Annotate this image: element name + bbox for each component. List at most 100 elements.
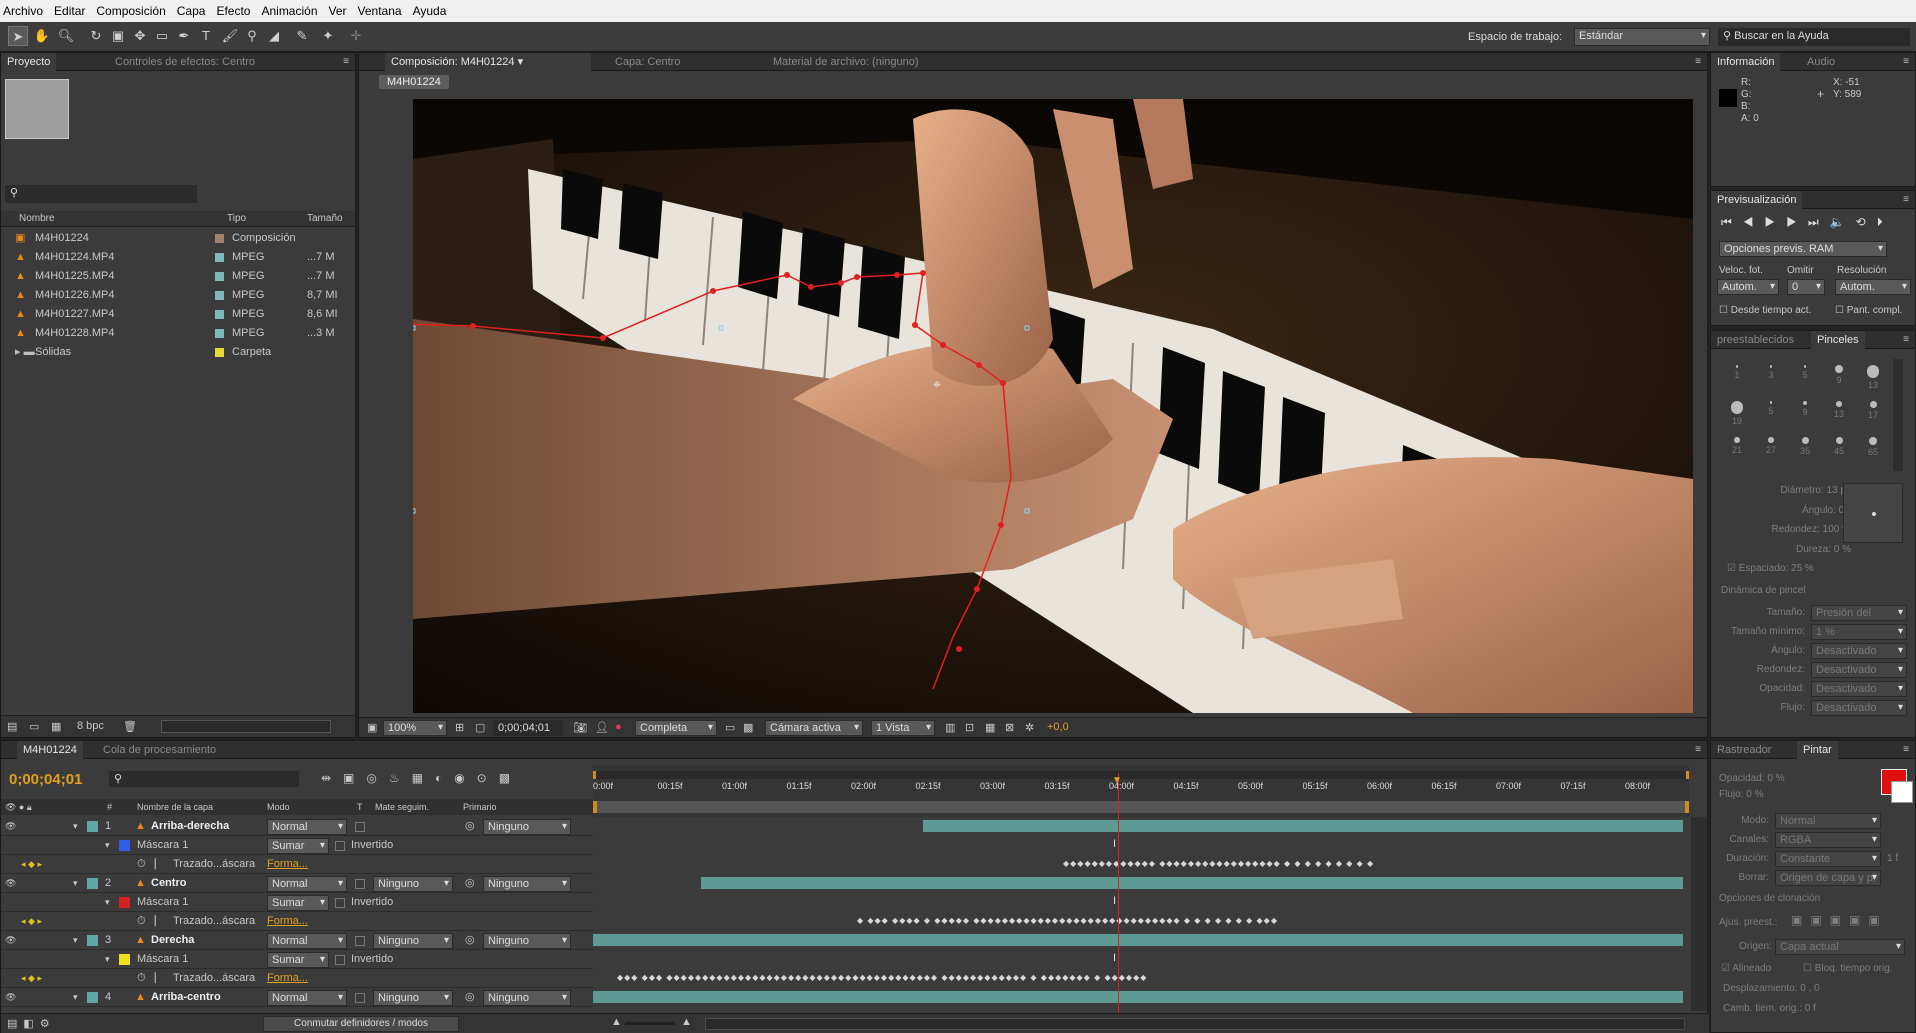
- clone-preset-buttons[interactable]: ▣▣▣▣▣: [1791, 913, 1888, 927]
- mask-mode-select[interactable]: Sumar: [267, 895, 329, 911]
- tab-brushes[interactable]: Pinceles: [1811, 331, 1865, 349]
- layer-row[interactable]: 👁︎ ▾ 4 ▲ Arriba-centro Normal Ninguno ◎ Ninguno: [1, 988, 593, 1007]
- mask-path-row[interactable]: ◂ ◆ ▸ ⏱︎ ⎸ Trazado...áscara Forma...: [1, 912, 593, 931]
- zoom-select[interactable]: 100%: [383, 720, 447, 736]
- path-graph-icon[interactable]: ⎸: [155, 969, 166, 988]
- label-color-swatch[interactable]: [215, 253, 224, 262]
- project-item[interactable]: ▲ M4H01225.MP4 MPEG ...7 M: [1, 267, 355, 286]
- comp-viewer[interactable]: ⌖: [413, 99, 1693, 713]
- parent-select[interactable]: Ninguno: [483, 819, 571, 835]
- keyframes-track[interactable]: ◆ ◆◆◆ ◆◆◆◆ ◆ ◆◆◆◆◆ ◆◆◆◆◆◆◆◆◆◆◆◆◆◆◆◆◆◆◆◆◆…: [857, 916, 1278, 925]
- layer-name[interactable]: Derecha: [151, 931, 194, 950]
- layer-duration-bar[interactable]: [923, 820, 1683, 832]
- fps-select[interactable]: Autom.: [1717, 279, 1779, 295]
- track-matte-select[interactable]: Ninguno: [373, 990, 453, 1006]
- new-folder-icon[interactable]: ▭: [29, 720, 39, 733]
- fullscreen-checkbox[interactable]: ☐ Pant. compl.: [1835, 305, 1902, 316]
- path-graph-icon[interactable]: ⎸: [155, 855, 166, 874]
- label-color-swatch[interactable]: [215, 348, 224, 357]
- blend-mode-select[interactable]: Normal: [267, 876, 347, 892]
- parent-select[interactable]: Ninguno: [483, 990, 571, 1006]
- keyframes-track[interactable]: ◆◆◆ ◆◆◆ ◆◆◆◆◆◆◆◆◆◆◆◆◆◆◆◆◆◆◆◆◆◆◆◆◆◆◆◆◆◆◆◆…: [617, 973, 1147, 982]
- brush-scrollbar[interactable]: [1893, 359, 1903, 471]
- parent-select[interactable]: Ninguno: [483, 876, 571, 892]
- eraser-tool-icon[interactable]: ◢: [264, 26, 284, 46]
- mask-name[interactable]: Máscara 1: [137, 950, 188, 969]
- brush-tip[interactable]: 21: [1721, 431, 1753, 465]
- blend-mode-select[interactable]: Normal: [267, 819, 347, 835]
- mask-shape-tool-icon[interactable]: ▭: [152, 26, 172, 46]
- layer-label-color[interactable]: [87, 992, 98, 1003]
- resolution-select[interactable]: Completa: [635, 720, 717, 736]
- tab-presets[interactable]: preestablecidos: [1711, 331, 1800, 349]
- visibility-eye-icon[interactable]: 👁︎: [5, 817, 16, 836]
- mask-shape-value[interactable]: Forma...: [267, 969, 308, 988]
- offset-readout[interactable]: Desplazamiento: 0 , 0: [1723, 983, 1820, 994]
- layer-duration-bar[interactable]: [701, 877, 1683, 889]
- keyframe-navigator-icon[interactable]: ◂ ◆ ▸: [21, 855, 42, 874]
- mask-mode-select[interactable]: Sumar: [267, 952, 329, 968]
- region-icon[interactable]: ▣: [367, 721, 377, 734]
- layer-label-color[interactable]: [87, 935, 98, 946]
- menu-editar[interactable]: Editar: [54, 4, 85, 18]
- paint-setting-select[interactable]: RGBA: [1775, 832, 1881, 848]
- timeline-zoom-slider[interactable]: [625, 1022, 675, 1025]
- timeline-vertical-scrollbar[interactable]: [1691, 817, 1707, 1011]
- timeline-timecode[interactable]: 0;00;04;01: [9, 771, 82, 788]
- new-comp-icon[interactable]: ▤: [7, 720, 17, 733]
- color-channel-icon[interactable]: ●: [615, 721, 622, 733]
- spacing-checkbox[interactable]: ☑ Espaciado: 25 %: [1727, 563, 1814, 574]
- dynamics-select[interactable]: 1 %: [1811, 624, 1907, 640]
- puppet-tool-icon[interactable]: ✦: [318, 26, 338, 46]
- visibility-eye-icon[interactable]: 👁︎: [5, 931, 16, 950]
- brush-tip[interactable]: 5: [1755, 395, 1787, 429]
- zoom-out-mountain-icon[interactable]: ▲: [611, 1016, 622, 1028]
- keyframe-navigator-icon[interactable]: ◂ ◆ ▸: [21, 912, 42, 931]
- mask-row[interactable]: ▾ Máscara 1 Sumar Invertido: [1, 836, 593, 855]
- project-item[interactable]: ▲ M4H01226.MP4 MPEG 8,7 MI: [1, 286, 355, 305]
- blend-mode-select[interactable]: Normal: [267, 990, 347, 1006]
- exposure-value[interactable]: +0,0: [1047, 721, 1069, 733]
- from-current-checkbox[interactable]: ☐ Desde tiempo act.: [1719, 305, 1811, 316]
- comp-settings-icon[interactable]: ▦: [51, 720, 61, 733]
- tab-footage[interactable]: Material de archivo: (ninguno): [767, 53, 925, 71]
- toggle-switches-modes-button[interactable]: Conmutar definidores / modos: [263, 1016, 459, 1032]
- ram-options-select[interactable]: Opciones previs. RAM: [1719, 241, 1887, 257]
- skip-select[interactable]: 0: [1787, 279, 1825, 295]
- transparency-grid-icon[interactable]: ▩: [743, 721, 753, 734]
- brush-tip-grid[interactable]: 1 3 5 9 13 19 5 9 13 17 21 27 35 45 65: [1721, 359, 1891, 471]
- zoom-tool-icon[interactable]: 🔍︎: [56, 26, 76, 46]
- layer-label-color[interactable]: [87, 878, 98, 889]
- comp-breadcrumb[interactable]: M4H01224: [379, 75, 449, 89]
- project-item[interactable]: ▲ M4H01227.MP4 MPEG 8,6 MI: [1, 305, 355, 324]
- menu-animacion[interactable]: Animación: [261, 4, 317, 18]
- dynamics-select[interactable]: Desactivado: [1811, 700, 1907, 716]
- current-time-indicator[interactable]: [1118, 773, 1119, 1013]
- tab-paint[interactable]: Pintar: [1797, 741, 1838, 759]
- label-color-swatch[interactable]: [215, 310, 224, 319]
- preserve-transparency-checkbox[interactable]: [355, 936, 365, 946]
- brush-tip[interactable]: 9: [1823, 359, 1855, 393]
- clone-stamp-tool-icon[interactable]: ⚲: [242, 26, 262, 46]
- exposure-reset-icon[interactable]: ✲: [1025, 721, 1034, 734]
- brush-tip[interactable]: 17: [1857, 395, 1889, 429]
- paint-menu-icon[interactable]: ≡: [1903, 744, 1909, 755]
- time-navigator[interactable]: [593, 801, 1689, 813]
- roto-brush-tool-icon[interactable]: ✎: [292, 26, 312, 46]
- stopwatch-icon[interactable]: ⏱︎: [137, 912, 146, 931]
- hand-tool-icon[interactable]: ✋: [32, 26, 52, 46]
- pen-tool-icon[interactable]: ✒: [174, 26, 194, 46]
- mask-mode-select[interactable]: Sumar: [267, 838, 329, 854]
- layer-label-color[interactable]: [87, 821, 98, 832]
- tab-audio[interactable]: Audio: [1801, 53, 1841, 71]
- menu-composicion[interactable]: Composición: [96, 4, 165, 18]
- mask-row[interactable]: ▾ Máscara 1 Sumar Invertido: [1, 893, 593, 912]
- visibility-eye-icon[interactable]: 👁︎: [5, 988, 16, 1007]
- comp-panel-menu-icon[interactable]: ≡: [1695, 56, 1701, 67]
- source-select[interactable]: Capa actual: [1775, 939, 1905, 955]
- tab-layer[interactable]: Capa: Centro: [609, 53, 686, 71]
- rotate-tool-icon[interactable]: ↻: [86, 26, 106, 46]
- view-layout-select[interactable]: 1 Vista: [871, 720, 935, 736]
- menu-ayuda[interactable]: Ayuda: [413, 4, 447, 18]
- timeline-menu-icon[interactable]: ≡: [1695, 744, 1701, 755]
